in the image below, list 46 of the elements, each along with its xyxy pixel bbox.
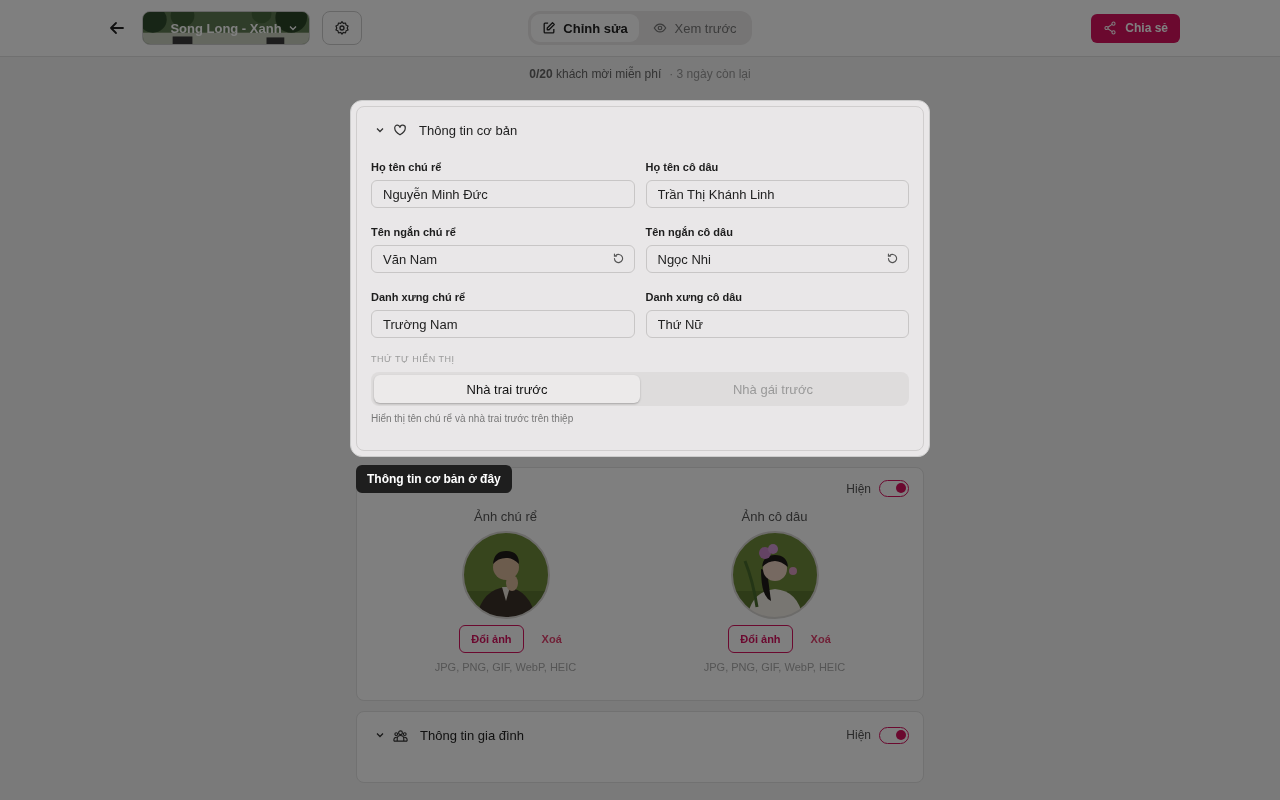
section-title: Thông tin gia đình <box>420 727 525 743</box>
back-arrow-icon <box>108 19 126 37</box>
field-label: Họ tên cô dâu <box>645 161 720 173</box>
remove-photo-button[interactable]: Xoá <box>810 633 831 645</box>
people-icon <box>393 727 408 743</box>
field-label: Danh xưng cô dâu <box>645 291 744 303</box>
visibility-toggle[interactable] <box>879 480 909 497</box>
text-field[interactable]: Trường Nam <box>371 310 635 338</box>
hint-text: Hiển thị tên chú rể và nhà trai trước trên thiệp <box>371 413 575 424</box>
order-option[interactable]: Nhà trai trước <box>374 375 640 403</box>
free-guest-count: 0/20 khách mời miễn phí <box>529 67 662 81</box>
change-photo-button[interactable]: Đổi ảnh <box>728 625 793 653</box>
visibility-toggle[interactable] <box>879 726 909 744</box>
eye-icon <box>653 21 668 35</box>
tooltip: Thông tin cơ bản ở đây <box>356 465 512 493</box>
reset-icon[interactable] <box>611 252 625 265</box>
photo-label: Ảnh chú rể <box>474 509 537 524</box>
field-label: Họ tên chú rể <box>371 161 443 173</box>
text-field[interactable]: Văn Nam <box>371 245 635 273</box>
text-field[interactable]: Thứ Nữ <box>645 310 909 338</box>
chevron-icon[interactable] <box>375 125 385 135</box>
reset-icon[interactable] <box>886 252 899 265</box>
visibility-label: Hiện <box>846 481 871 496</box>
caret-icon <box>287 23 298 33</box>
share-icon <box>1103 21 1118 35</box>
chevron-icon[interactable] <box>375 730 385 740</box>
settings-icon <box>334 20 350 36</box>
mode-tab[interactable]: Xem trước <box>641 14 749 42</box>
change-photo-button[interactable]: Đổi ảnh <box>459 625 524 653</box>
heart-icon <box>393 123 407 137</box>
visibility-label: Hiện <box>846 728 871 742</box>
settings-button[interactable] <box>322 11 362 45</box>
remove-photo-button[interactable]: Xoá <box>541 633 562 645</box>
text-field[interactable]: Trần Thị Khánh Linh <box>645 180 909 208</box>
text-field[interactable]: Nguyễn Minh Đức <box>371 180 635 208</box>
edit-icon <box>542 21 557 35</box>
field-label: Tên ngắn chú rể <box>371 226 457 238</box>
mode-tab[interactable]: Chỉnh sửa <box>531 14 639 42</box>
field-label: Tên ngắn cô dâu <box>645 226 734 238</box>
text-field[interactable]: Ngọc Nhi <box>645 245 909 273</box>
photo-label: Ảnh cô dâu <box>741 509 808 524</box>
field-label: Danh xưng chú rể <box>371 291 467 303</box>
template-button[interactable]: Song Long - Xanh <box>142 11 310 45</box>
section-label: THỨ TỰ HIỂN THỊ <box>371 354 456 364</box>
share-button[interactable]: Chia sẻ <box>1091 13 1180 43</box>
section-title: Thông tin cơ bản <box>419 122 518 138</box>
